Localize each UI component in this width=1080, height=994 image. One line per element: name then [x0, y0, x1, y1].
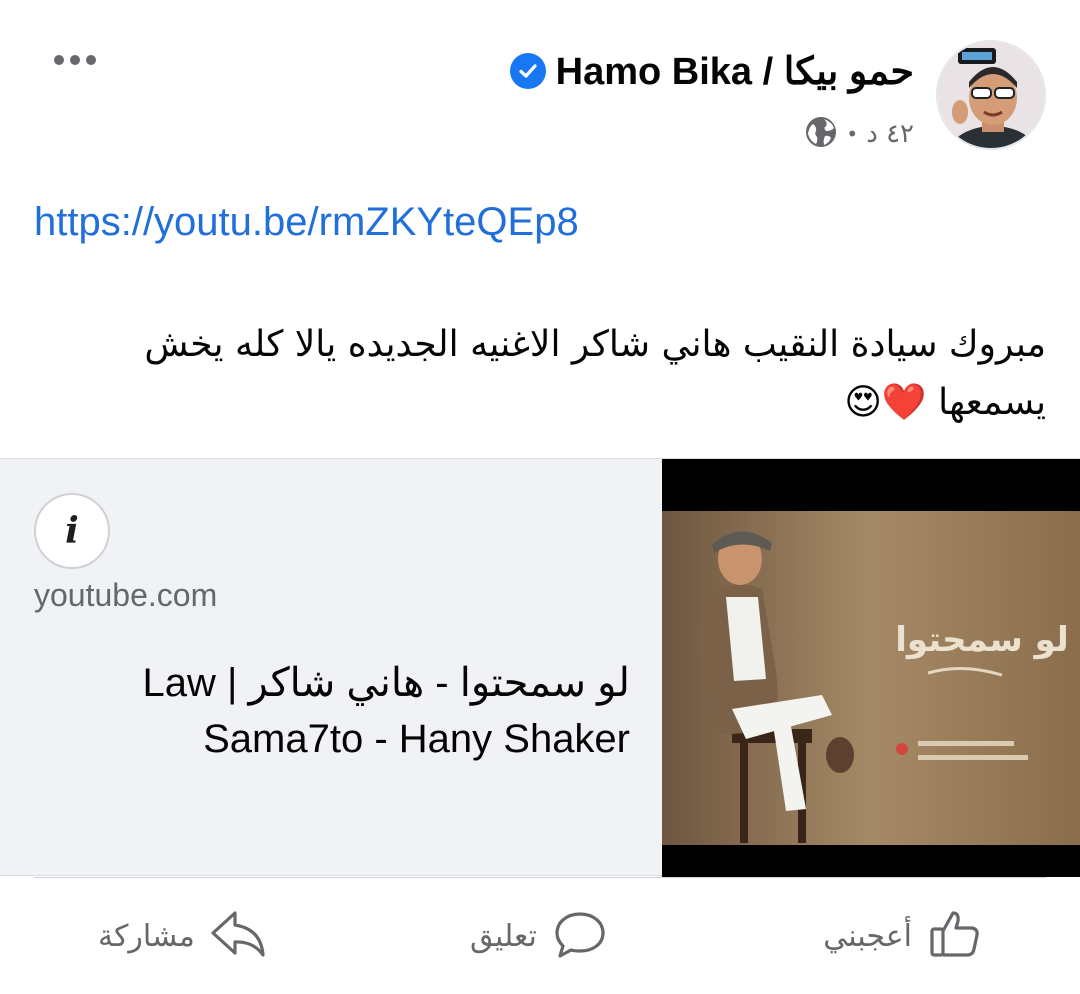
- post-text: مبروك سيادة النقيب هاني شاكر الاغنيه الج…: [144, 324, 1046, 423]
- like-button[interactable]: أعجبني: [823, 878, 984, 994]
- dot: [54, 55, 64, 65]
- meta-separator: •: [846, 122, 859, 146]
- post-link[interactable]: https://youtu.be/rmZKYteQEp8: [34, 200, 579, 245]
- info-glyph: i: [65, 510, 79, 552]
- link-preview-card[interactable]: i youtube.com لو سمحتوا - هاني شاكر | La…: [0, 458, 1080, 877]
- dot: [70, 55, 80, 65]
- post-time[interactable]: ٤٢ د: [866, 119, 914, 149]
- comment-label: تعليق: [470, 918, 537, 954]
- verified-badge-icon: [509, 53, 546, 89]
- globe-icon: [804, 115, 838, 153]
- thumbnail-title: لو سمحتوا: [895, 620, 1069, 660]
- more-options-button[interactable]: [50, 42, 100, 78]
- avatar[interactable]: [936, 40, 1046, 150]
- avatar-image: [938, 42, 1044, 148]
- comment-bubble-icon: [551, 905, 609, 967]
- share-button[interactable]: مشاركة: [98, 878, 267, 994]
- card-title: لو سمحتوا - هاني شاكر | Law Sama7to - Ha…: [142, 661, 630, 761]
- author-header: حمو بيكا / Hamo Bika: [509, 44, 914, 98]
- card-domain: youtube.com: [34, 577, 218, 613]
- comment-button[interactable]: تعليق: [470, 878, 609, 994]
- dot: [86, 55, 96, 65]
- post-meta: ٤٢ د •: [804, 112, 914, 156]
- action-bar: أعجبني تعليق مشاركة: [0, 878, 1080, 994]
- thumbs-up-icon: [926, 905, 984, 967]
- author-name[interactable]: حمو بيكا / Hamo Bika: [556, 49, 914, 94]
- share-label: مشاركة: [98, 918, 195, 954]
- like-label: أعجبني: [823, 918, 912, 954]
- share-arrow-icon: [209, 905, 267, 967]
- video-thumbnail[interactable]: لو سمحتوا: [662, 459, 1080, 877]
- info-icon[interactable]: i: [34, 493, 110, 569]
